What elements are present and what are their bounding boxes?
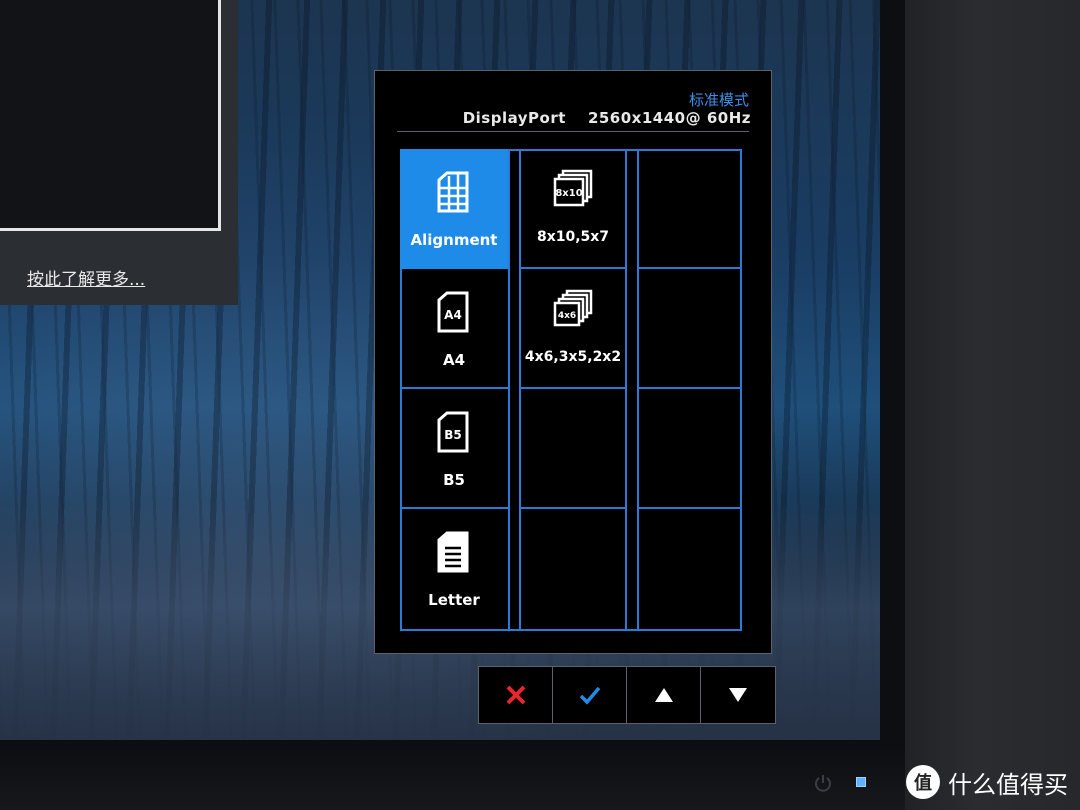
submenu-item-8x10[interactable]: 8x10 8x10,5x7 (521, 149, 625, 269)
4x6-photo-stack-icon: 4x6 (553, 289, 593, 327)
osd-main-menu: Alignment A4 A4 B5 B5 Letter (400, 149, 508, 631)
osd-signal-info: DisplayPort 2560x1440@ 60Hz (463, 109, 751, 127)
letter-page-icon (437, 531, 469, 573)
menu-item-label: A4 (442, 351, 466, 369)
empty-cell (639, 389, 742, 509)
submenu-empty-cell (521, 509, 625, 629)
empty-cell (639, 269, 742, 389)
background-window-content (0, 0, 221, 231)
background-app-window: 按此了解更多... (0, 0, 238, 305)
checkmark-icon (579, 686, 600, 705)
empty-cell (639, 149, 742, 269)
osd-mode-name: 标准模式 (688, 91, 749, 109)
up-button[interactable] (627, 667, 701, 723)
grid-page-icon (437, 171, 469, 213)
arrow-down-icon (729, 688, 747, 702)
8x10-icon-text: 8x10 (555, 188, 582, 199)
a4-page-icon: A4 (437, 291, 469, 333)
a4-icon-text: A4 (444, 308, 462, 322)
empty-cell (639, 509, 742, 629)
column-divider (508, 149, 510, 631)
b5-icon-text: B5 (444, 428, 462, 442)
submenu-empty-cell (521, 389, 625, 509)
submenu-item-label: 8x10,5x7 (536, 229, 610, 245)
watermark-logo-text: 值 (914, 773, 932, 794)
close-icon (506, 685, 525, 705)
submenu-item-4x6[interactable]: 4x6 4x6,3x5,2x2 (521, 269, 625, 389)
menu-item-alignment[interactable]: Alignment (400, 149, 508, 269)
osd-header-divider (397, 131, 749, 132)
background-wall (905, 0, 1080, 810)
monitor-bezel-right (880, 0, 905, 810)
status-led (856, 777, 866, 787)
b5-page-icon: B5 (437, 411, 469, 453)
watermark-logo-icon: 值 (906, 765, 940, 799)
menu-item-label: Alignment (410, 231, 498, 249)
down-button[interactable] (701, 667, 775, 723)
resolution-info: 2560x1440@ 60Hz (587, 109, 751, 127)
8x10-photo-stack-icon: 8x10 (553, 169, 593, 207)
osd-submenu: 8x10 8x10,5x7 4x6 4x6,3x5,2x2 (521, 149, 625, 631)
confirm-button[interactable] (553, 667, 627, 723)
power-icon[interactable] (813, 773, 833, 793)
menu-item-letter[interactable]: Letter (400, 509, 508, 629)
osd-menu: 标准模式 DisplayPort 2560x1440@ 60Hz Alignmen… (374, 70, 772, 654)
input-source: DisplayPort (462, 109, 566, 127)
menu-item-label: B5 (443, 471, 465, 489)
menu-item-a4[interactable]: A4 A4 (400, 269, 508, 389)
menu-item-label: Letter (428, 591, 480, 609)
4x6-icon-text: 4x6 (558, 311, 576, 321)
osd-third-column (639, 149, 742, 631)
watermark: 值 什么值得买 (906, 764, 1068, 800)
arrow-up-icon (654, 688, 673, 702)
submenu-item-label: 4x6,3x5,2x2 (524, 349, 622, 365)
column-divider (625, 149, 627, 631)
cancel-button[interactable] (479, 667, 553, 723)
watermark-text: 什么值得买 (948, 770, 1068, 799)
monitor-bezel-bottom (0, 740, 905, 810)
learn-more-link[interactable]: 按此了解更多... (27, 265, 145, 290)
menu-item-b5[interactable]: B5 B5 (400, 389, 508, 509)
osd-control-buttons (478, 666, 776, 724)
